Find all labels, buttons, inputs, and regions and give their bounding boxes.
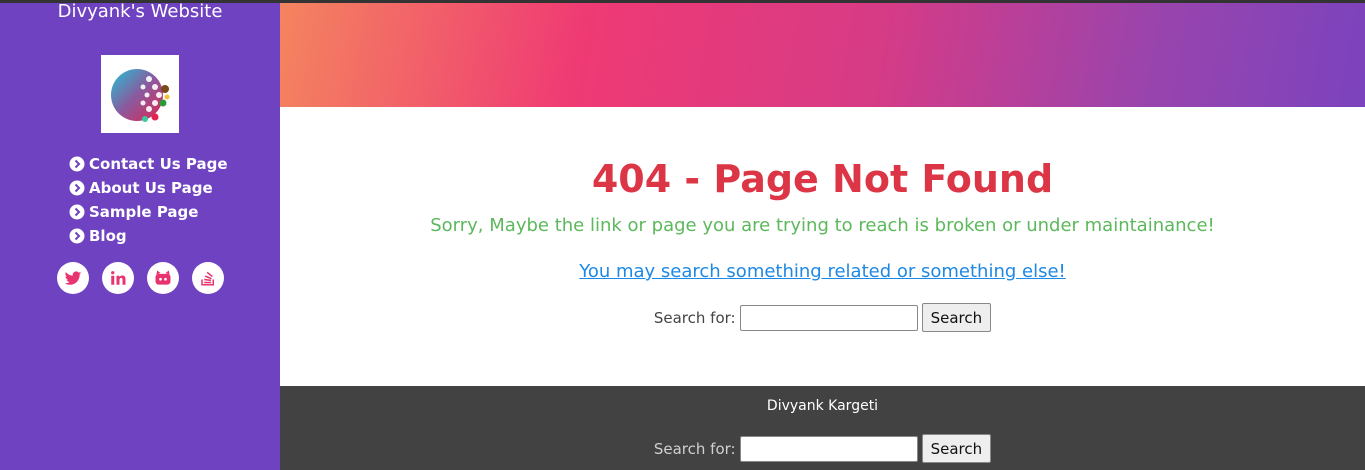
chevron-circle-right-icon [69, 180, 85, 196]
search-suggestion-link[interactable]: You may search something related or some… [579, 261, 1066, 282]
chevron-circle-right-icon [69, 228, 85, 244]
site-logo[interactable] [101, 55, 179, 133]
footer-search-form: Search for: Search [280, 434, 1365, 463]
search-button[interactable]: Search [921, 303, 992, 332]
footer-author: Divyank Kargeti [766, 398, 879, 414]
social-links [57, 262, 224, 294]
chevron-circle-right-icon [69, 204, 85, 220]
search-input[interactable] [739, 304, 918, 331]
sidebar-item-sample[interactable]: Sample Page [69, 200, 228, 224]
sidebar-item-blog[interactable]: Blog [69, 224, 228, 248]
github-icon [155, 270, 171, 285]
page-title: 404 - Page Not Found [591, 157, 1054, 201]
twitter-link[interactable] [57, 262, 89, 294]
sidebar-item-contact[interactable]: Contact Us Page [69, 152, 228, 176]
header-banner [280, 3, 1365, 107]
chevron-circle-right-icon [69, 156, 85, 172]
sidebar: Divyank's Website Contact Us Page About … [0, 1, 280, 470]
linkedin-icon [111, 271, 126, 285]
github-link[interactable] [147, 262, 179, 294]
footer: Divyank Kargeti Search for: Search [280, 386, 1365, 470]
error-message: Sorry, Maybe the link or page you are tr… [430, 215, 1215, 236]
twitter-icon [64, 271, 82, 285]
stackoverflow-link[interactable] [192, 262, 224, 294]
sidebar-item-label: Sample Page [89, 203, 199, 221]
search-input[interactable] [739, 435, 918, 462]
site-title[interactable]: Divyank's Website [0, 1, 280, 22]
sidebar-item-label: About Us Page [89, 179, 213, 197]
main-search-form: Search for: Search [280, 303, 1365, 332]
search-suggestion: You may search something related or some… [280, 261, 1365, 282]
main-content: 404 - Page Not Found Sorry, Maybe the li… [280, 107, 1365, 386]
search-button[interactable]: Search [921, 434, 992, 463]
stackoverflow-icon [201, 271, 214, 286]
sidebar-item-label: Blog [89, 227, 127, 245]
sidebar-item-about[interactable]: About Us Page [69, 176, 228, 200]
search-label: Search for: [653, 308, 736, 327]
linkedin-link[interactable] [102, 262, 134, 294]
sidebar-item-label: Contact Us Page [89, 155, 228, 173]
sidebar-nav: Contact Us Page About Us Page Sample Pag… [69, 152, 228, 248]
search-label: Search for: [653, 439, 736, 458]
globe-logo-icon [111, 69, 170, 122]
